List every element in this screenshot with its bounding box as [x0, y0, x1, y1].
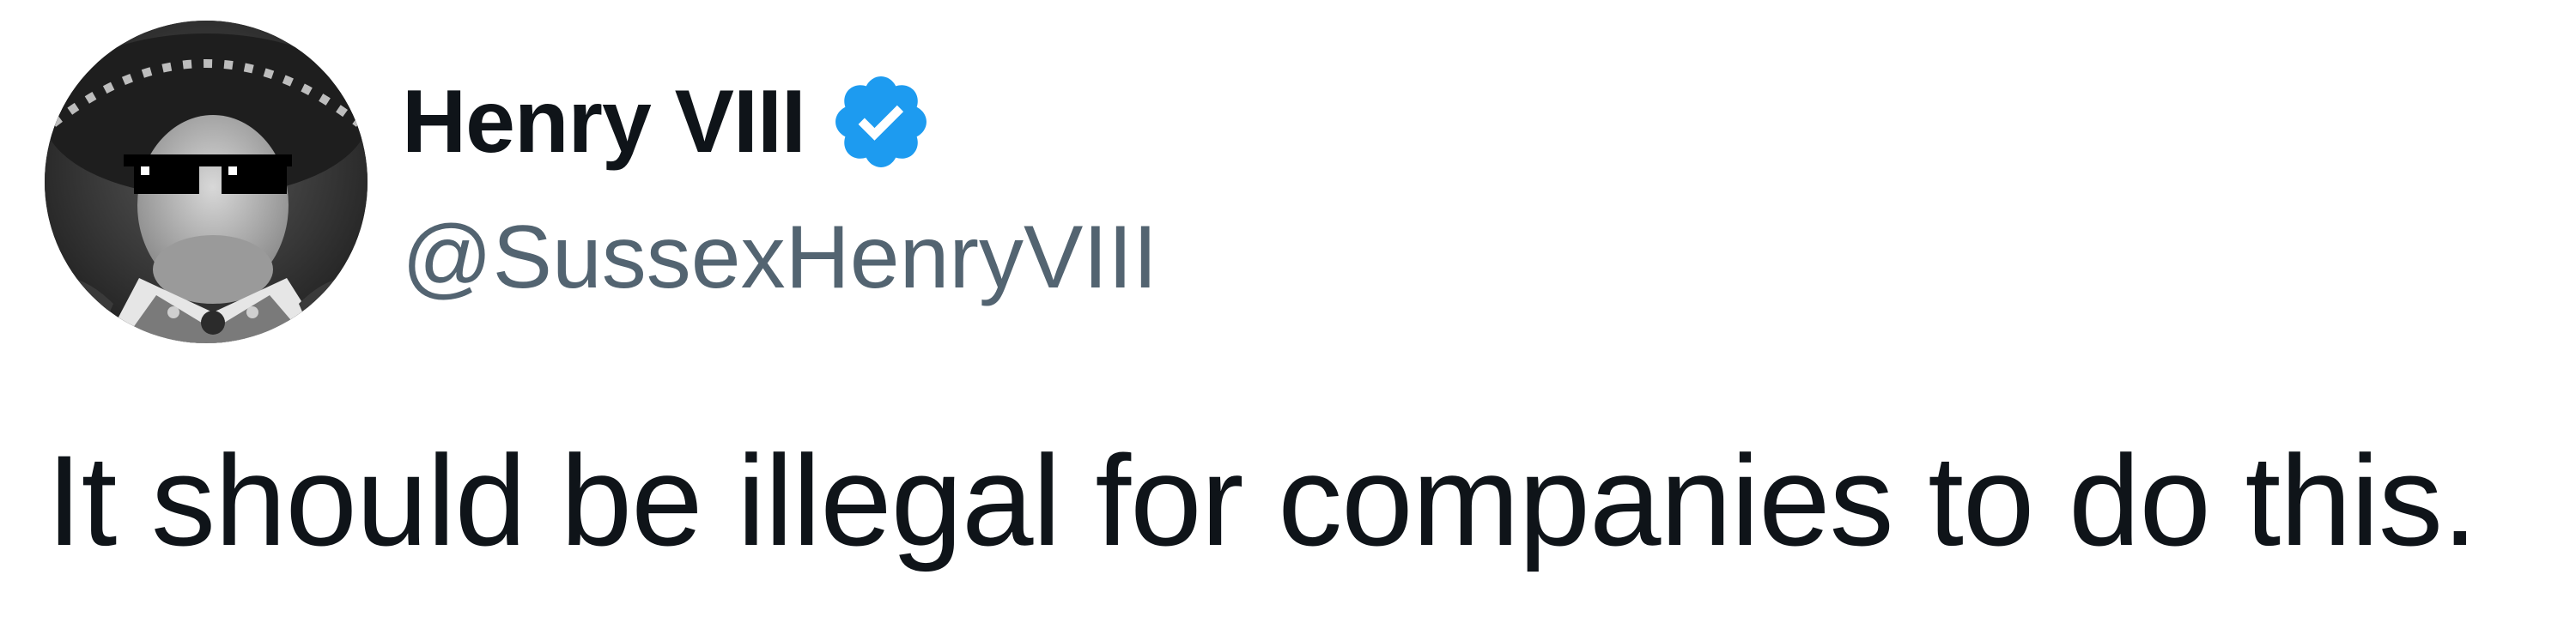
avatar[interactable] — [45, 21, 368, 343]
name-row: Henry VIII — [402, 62, 1157, 182]
author-display-name[interactable]: Henry VIII — [402, 77, 806, 166]
avatar-portrait-image — [45, 21, 368, 343]
tweet-card: Henry VIII @SussexHenryVIII It should be… — [0, 0, 2576, 629]
author-names: Henry VIII @SussexHenryVIII — [402, 62, 1157, 302]
verified-badge-icon — [828, 69, 934, 175]
tweet-text: It should be illegal for companies to do… — [46, 428, 2478, 572]
author-handle[interactable]: @SussexHenryVIII — [402, 213, 1157, 302]
tweet-header: Henry VIII @SussexHenryVIII — [45, 21, 1157, 343]
